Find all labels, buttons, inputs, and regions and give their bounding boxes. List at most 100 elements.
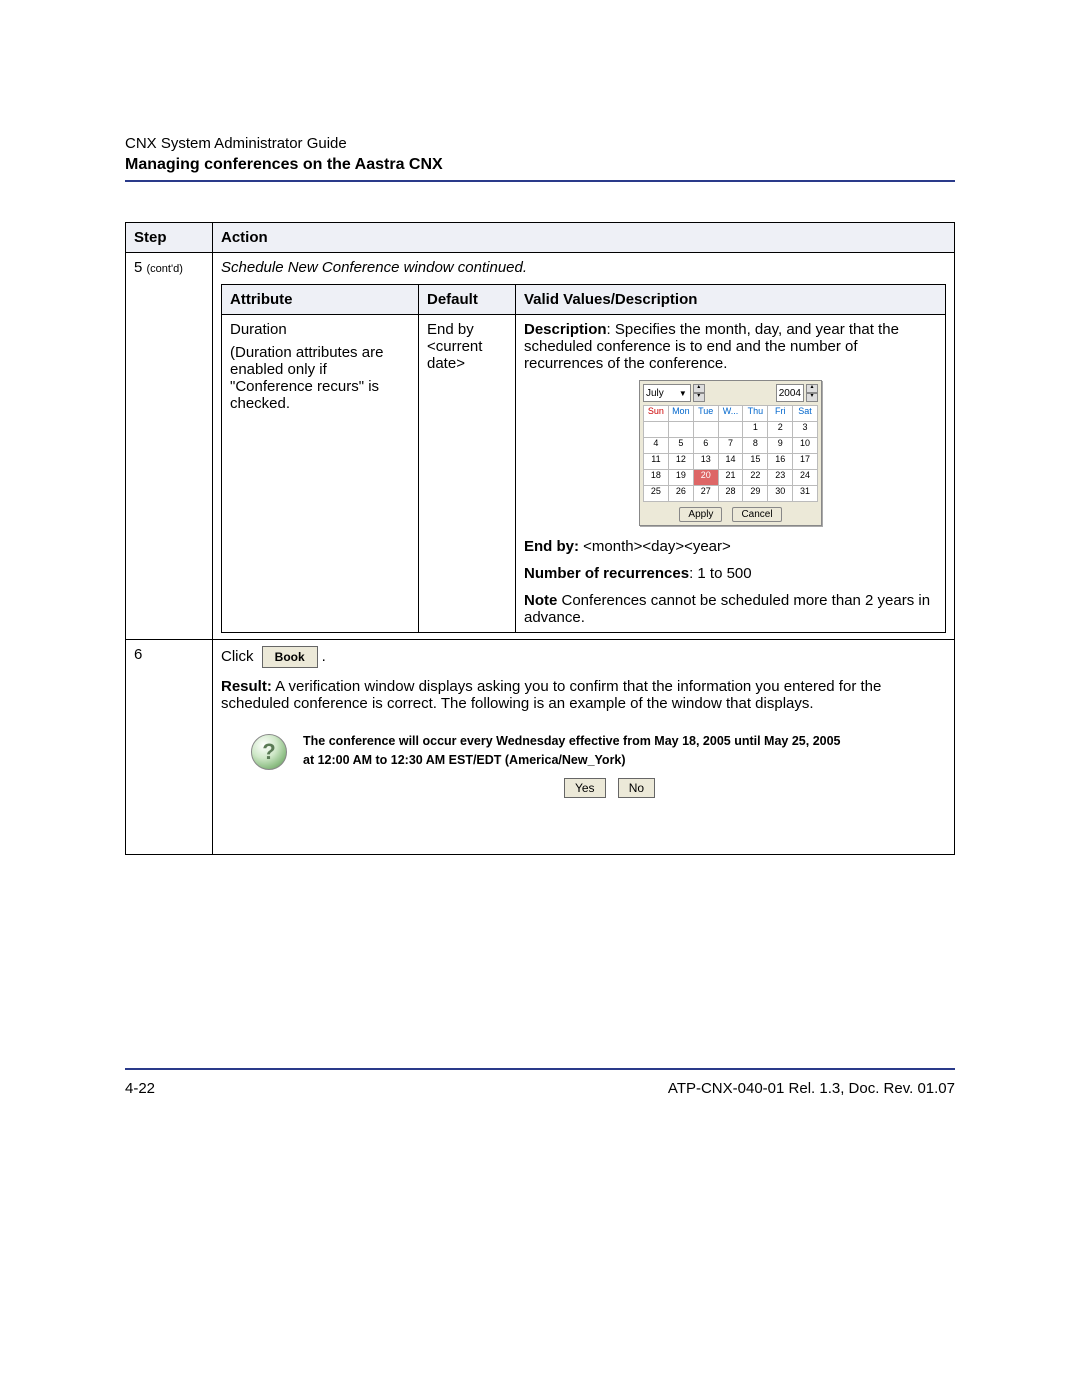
col-step: Step bbox=[126, 223, 213, 253]
calendar-day[interactable]: 8 bbox=[743, 438, 768, 454]
calendar-day[interactable]: 27 bbox=[693, 486, 718, 502]
calendar-day[interactable]: 14 bbox=[718, 454, 743, 470]
endby-line: End by: <month><day><year> bbox=[524, 538, 937, 555]
calendar-day[interactable]: 28 bbox=[718, 486, 743, 502]
click-text: Click bbox=[221, 648, 254, 665]
calendar-week: 25 26 27 28 29 30 31 bbox=[644, 486, 818, 502]
table-header-row: Step Action bbox=[126, 223, 955, 253]
calendar-week: 18 19 20 21 22 23 24 bbox=[644, 470, 818, 486]
document-page: CNX System Administrator Guide Managing … bbox=[0, 0, 1080, 1397]
book-button[interactable]: Book bbox=[262, 646, 318, 668]
calendar-day[interactable]: 4 bbox=[644, 438, 669, 454]
apply-button[interactable]: Apply bbox=[679, 507, 722, 522]
calendar-day[interactable]: 19 bbox=[668, 470, 693, 486]
calendar-day[interactable]: 22 bbox=[743, 470, 768, 486]
calendar-day[interactable]: 26 bbox=[668, 486, 693, 502]
attr-note: (Duration attributes are enabled only if… bbox=[230, 344, 410, 412]
calendar-day[interactable]: 17 bbox=[793, 454, 818, 470]
table-row: 6 Click Book. Result: A verification win… bbox=[126, 640, 955, 855]
calendar-day[interactable]: 3 bbox=[793, 422, 818, 438]
dow: W... bbox=[718, 406, 743, 422]
calendar-day[interactable]: 31 bbox=[793, 486, 818, 502]
calendar-day[interactable]: 7 bbox=[718, 438, 743, 454]
month-select[interactable]: July ▼ bbox=[643, 384, 691, 402]
calendar-day[interactable] bbox=[644, 422, 669, 438]
year-value: 2004 bbox=[779, 388, 801, 399]
spinner-down-icon: ▾ bbox=[693, 393, 705, 402]
calendar-day[interactable]: 29 bbox=[743, 486, 768, 502]
endby-label: End by: bbox=[524, 538, 579, 555]
action-cell: Schedule New Conference window continued… bbox=[213, 253, 955, 640]
confirmation-body: The conference will occur every Wednesda… bbox=[303, 732, 916, 798]
dow: Sun bbox=[644, 406, 669, 422]
calendar-day[interactable] bbox=[668, 422, 693, 438]
step-number: 6 bbox=[134, 646, 142, 663]
confirm-line2: at 12:00 AM to 12:30 AM EST/EDT (America… bbox=[303, 751, 916, 770]
year-select[interactable]: 2004 bbox=[776, 384, 804, 402]
step-number-cell: 6 bbox=[126, 640, 213, 855]
calendar-week: 11 12 13 14 15 16 17 bbox=[644, 454, 818, 470]
calendar-day-selected[interactable]: 20 bbox=[693, 470, 718, 486]
inner-header-row: Attribute Default Valid Values/Descripti… bbox=[222, 285, 946, 315]
col-action: Action bbox=[213, 223, 955, 253]
question-icon: ? bbox=[251, 734, 287, 770]
result-text: A verification window displays asking yo… bbox=[221, 678, 881, 712]
section-title: Managing conferences on the Aastra CNX bbox=[125, 156, 955, 174]
step-number: 5 bbox=[134, 259, 142, 276]
dow: Fri bbox=[768, 406, 793, 422]
calendar-day[interactable]: 25 bbox=[644, 486, 669, 502]
footer-rule bbox=[125, 1068, 955, 1070]
calendar-day[interactable]: 18 bbox=[644, 470, 669, 486]
note-label: Note bbox=[524, 592, 557, 609]
calendar-day[interactable]: 13 bbox=[693, 454, 718, 470]
valid-cell: Description: Specifies the month, day, a… bbox=[516, 315, 946, 633]
calendar-day[interactable]: 9 bbox=[768, 438, 793, 454]
table-row: 5 (cont'd) Schedule New Conference windo… bbox=[126, 253, 955, 640]
calendar-day[interactable]: 2 bbox=[768, 422, 793, 438]
no-button[interactable]: No bbox=[618, 778, 655, 798]
calendar-day[interactable]: 10 bbox=[793, 438, 818, 454]
calendar-day[interactable]: 5 bbox=[668, 438, 693, 454]
calendar-day[interactable]: 30 bbox=[768, 486, 793, 502]
cancel-button[interactable]: Cancel bbox=[732, 507, 781, 522]
note-text: Conferences cannot be scheduled more tha… bbox=[524, 592, 930, 626]
action-cell: Click Book. Result: A verification windo… bbox=[213, 640, 955, 855]
yes-button[interactable]: Yes bbox=[564, 778, 606, 798]
calendar-day[interactable] bbox=[718, 422, 743, 438]
month-value: July bbox=[646, 388, 664, 399]
endby-value: <month><day><year> bbox=[579, 538, 731, 555]
calendar-week: 1 2 3 bbox=[644, 422, 818, 438]
calendar-day[interactable]: 1 bbox=[743, 422, 768, 438]
desc-label: Description bbox=[524, 321, 607, 338]
calendar-day[interactable]: 15 bbox=[743, 454, 768, 470]
calendar-day[interactable]: 21 bbox=[718, 470, 743, 486]
calendar-header: July ▼ ▴ ▾ bbox=[643, 384, 818, 402]
calendar-day[interactable]: 23 bbox=[768, 470, 793, 486]
desc-line: Description: Specifies the month, day, a… bbox=[524, 321, 937, 372]
numrec-value: : 1 to 500 bbox=[689, 565, 752, 582]
attr-cell: Duration (Duration attributes are enable… bbox=[222, 315, 419, 633]
calendar-day[interactable]: 16 bbox=[768, 454, 793, 470]
calendar-day[interactable]: 11 bbox=[644, 454, 669, 470]
calendar-day[interactable] bbox=[693, 422, 718, 438]
calendar-day[interactable]: 12 bbox=[668, 454, 693, 470]
header-rule bbox=[125, 180, 955, 182]
month-spinner[interactable]: ▴ ▾ bbox=[693, 384, 705, 402]
col-default: Default bbox=[419, 285, 516, 315]
result-line: Result: A verification window displays a… bbox=[221, 678, 946, 712]
calendar-buttons: Apply Cancel bbox=[643, 507, 818, 522]
period: . bbox=[322, 648, 326, 665]
calendar-grid: Sun Mon Tue W... Thu Fri Sat bbox=[643, 405, 818, 502]
dow: Mon bbox=[668, 406, 693, 422]
calendar-day[interactable]: 24 bbox=[793, 470, 818, 486]
running-header: CNX System Administrator Guide bbox=[125, 135, 955, 152]
year-spinner[interactable]: ▴ ▾ bbox=[806, 384, 818, 402]
calendar-day[interactable]: 6 bbox=[693, 438, 718, 454]
result-label: Result: bbox=[221, 678, 272, 695]
page-number: 4-22 bbox=[125, 1080, 155, 1097]
col-valid: Valid Values/Description bbox=[516, 285, 946, 315]
numrec-line: Number of recurrences: 1 to 500 bbox=[524, 565, 937, 582]
click-line: Click Book. bbox=[221, 646, 946, 668]
inner-row: Duration (Duration attributes are enable… bbox=[222, 315, 946, 633]
spinner-up-icon: ▴ bbox=[693, 384, 705, 393]
